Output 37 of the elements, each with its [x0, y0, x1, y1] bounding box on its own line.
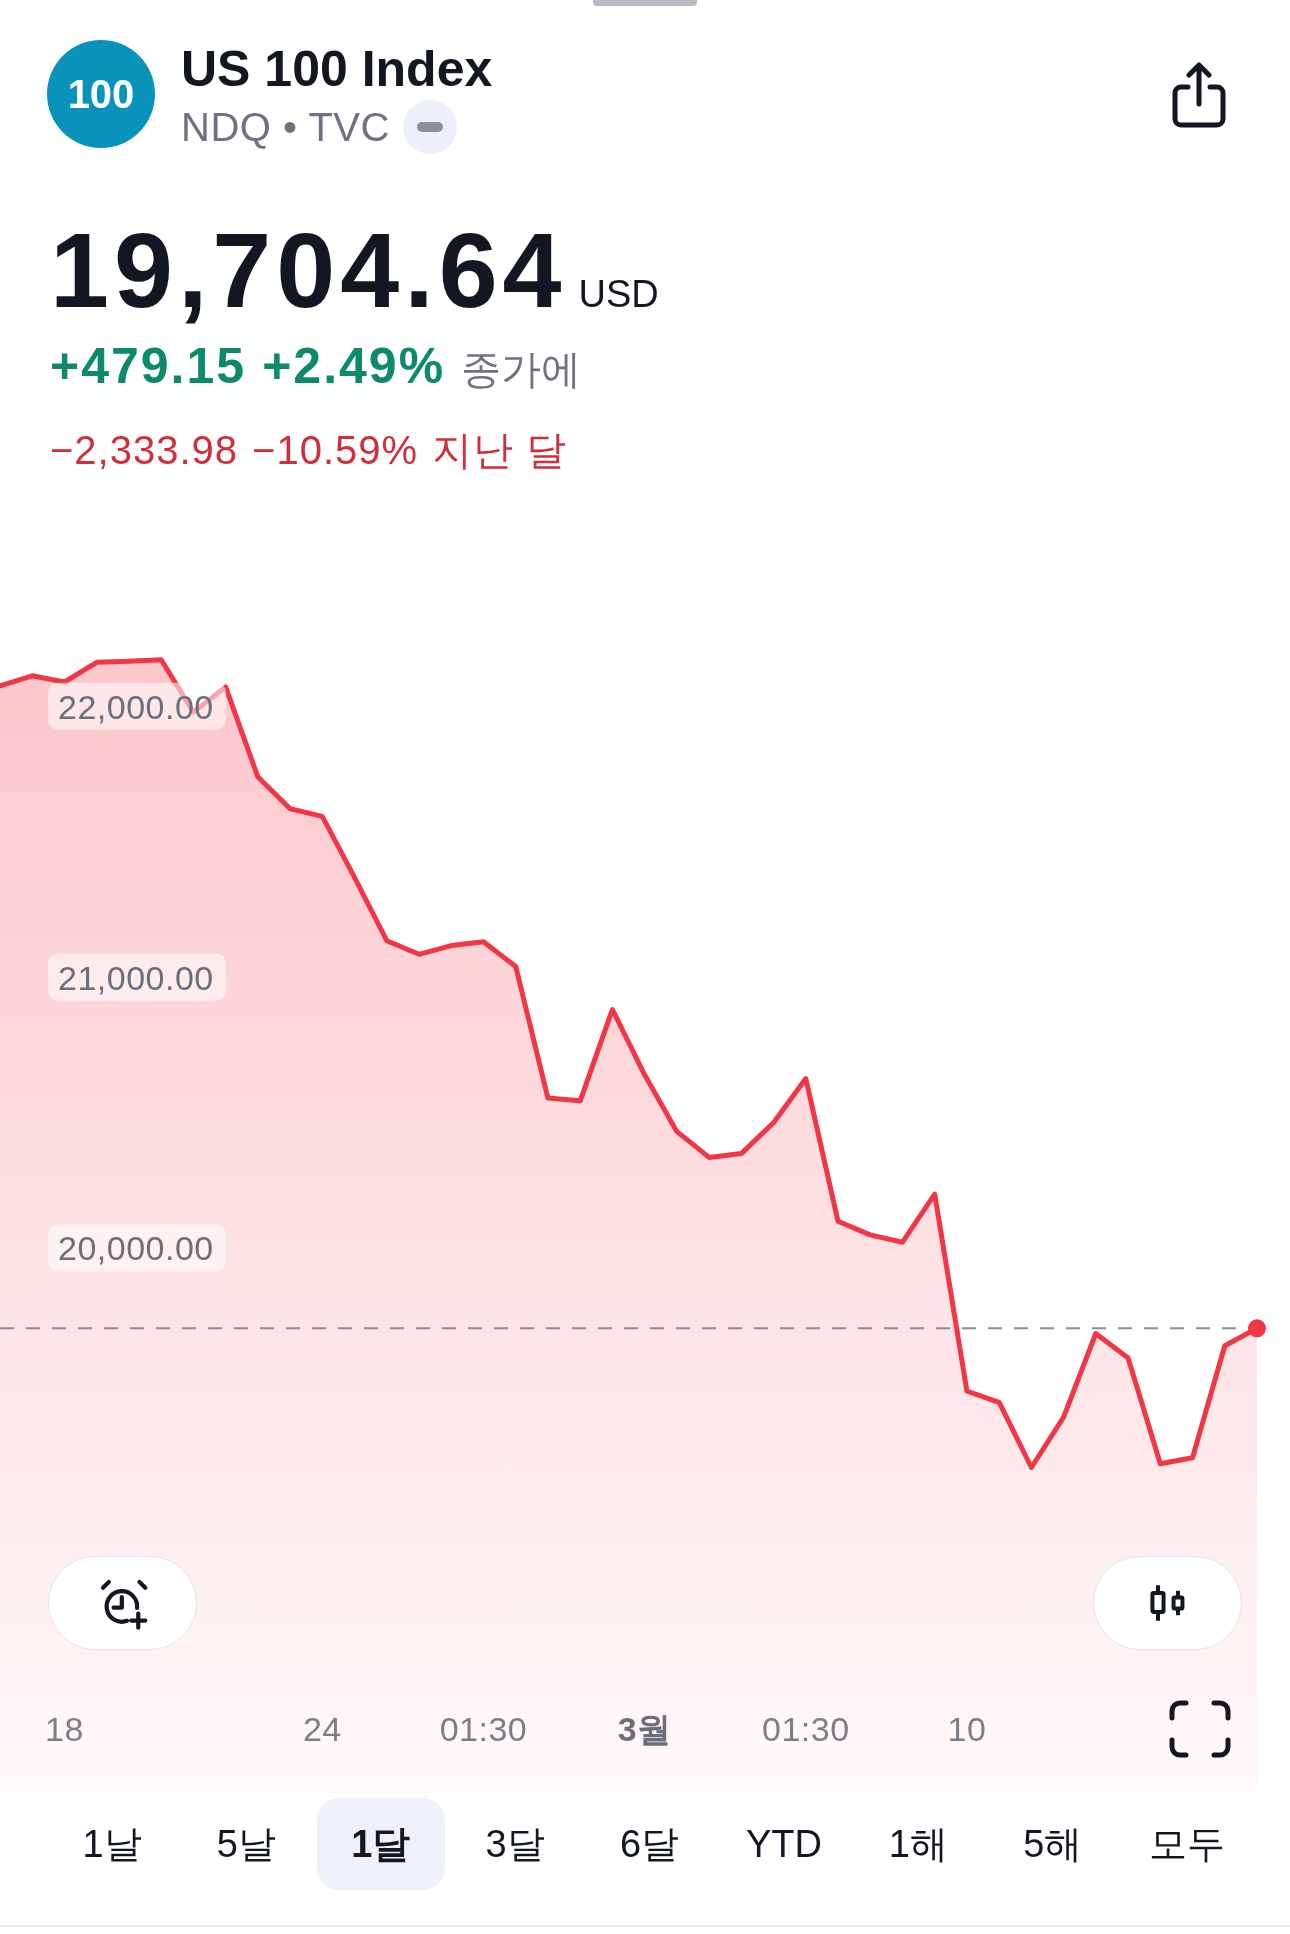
y-tick-label: 22,000.00: [58, 687, 214, 726]
x-axis-label: 10: [947, 1710, 987, 1748]
index-title: US 100 Index: [181, 40, 493, 98]
price: 19,704.64: [50, 217, 567, 323]
x-axis-label: 24: [302, 1710, 342, 1748]
y-axis-label: 22,000.00: [48, 682, 226, 730]
y-axis-label: 20,000.00: [48, 1224, 226, 1272]
percent-change: +2.49%: [262, 337, 446, 396]
range-tab[interactable]: 모두: [1123, 1798, 1252, 1890]
x-axis-label: 01:30: [439, 1710, 528, 1748]
range-tab[interactable]: 6달: [585, 1798, 714, 1890]
period-price-change: −2,333.98: [50, 427, 239, 474]
last-price-marker: [1248, 1319, 1266, 1338]
x-axis-label: 01:30: [761, 1710, 850, 1748]
currency-label: USD: [578, 273, 659, 316]
range-tab[interactable]: YTD: [719, 1798, 848, 1890]
y-tick-label: 20,000.00: [58, 1229, 214, 1268]
range-tab[interactable]: 5날: [182, 1798, 311, 1890]
range-tab[interactable]: 1날: [48, 1798, 176, 1890]
share-icon[interactable]: [1171, 62, 1227, 128]
fullscreen-icon[interactable]: [1169, 1700, 1231, 1758]
range-tab[interactable]: 3달: [451, 1798, 580, 1890]
price-change: +479.15: [50, 337, 247, 396]
drag-handle[interactable]: [593, 0, 697, 6]
range-tab[interactable]: 1해: [854, 1798, 983, 1890]
period-caption: 지난 달: [432, 427, 568, 474]
range-tab[interactable]: 5해: [988, 1798, 1117, 1890]
index-logo: 100: [47, 40, 155, 148]
y-axis-label: 21,000.00: [48, 953, 226, 1001]
y-tick-label: 21,000.00: [58, 958, 214, 997]
dash-badge-icon[interactable]: [402, 100, 457, 154]
range-tab[interactable]: 1달: [316, 1798, 445, 1890]
period-percent-change: −10.59%: [252, 427, 419, 474]
change-caption: 종가에: [461, 346, 582, 393]
exchange-label: NDQ • TVC: [181, 104, 390, 151]
x-axis-label: 18: [45, 1710, 84, 1748]
x-axis-label: 3월: [617, 1710, 672, 1748]
